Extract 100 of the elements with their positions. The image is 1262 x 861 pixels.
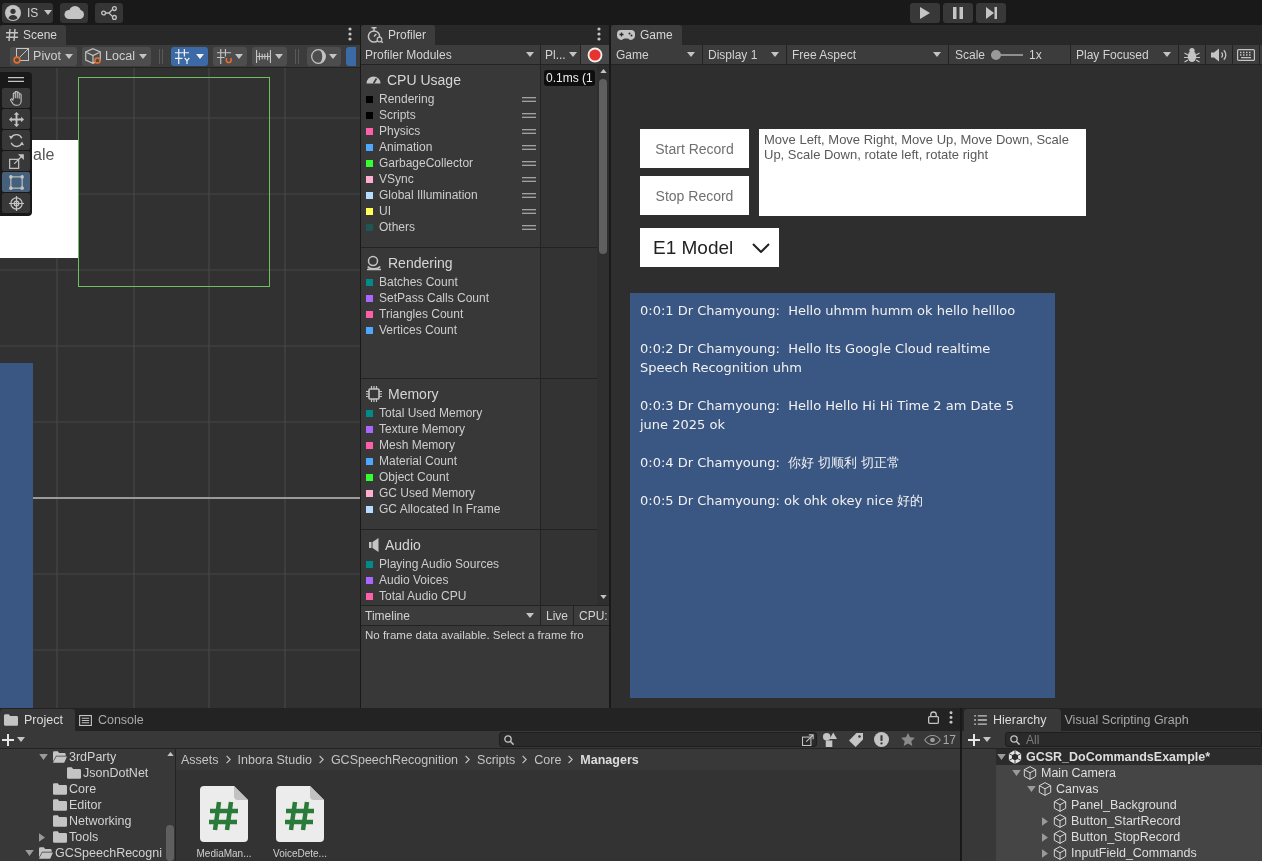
aspect-dropdown[interactable]: Free Aspect	[787, 45, 949, 64]
live-button[interactable]: Live	[541, 606, 574, 625]
view-dropdown[interactable]: Game	[611, 45, 703, 64]
search-icon	[1010, 734, 1020, 745]
caret-icon	[196, 53, 204, 59]
ui-button[interactable]: Stop Record	[640, 176, 749, 215]
breadcrumb-link[interactable]: Inbora Studio	[237, 752, 312, 767]
caret-icon	[44, 10, 53, 15]
folder-icon	[53, 783, 67, 795]
slider-thumb[interactable]	[991, 49, 1002, 60]
collapse-arrow-icon[interactable]	[1042, 816, 1048, 826]
drag-handle-icon[interactable]	[522, 144, 536, 150]
up-arrow-icon[interactable]	[166, 752, 174, 756]
account-button[interactable]: IS	[2, 2, 53, 23]
file-name[interactable]: MediaMan...	[196, 848, 252, 859]
breadcrumb-link[interactable]: Scripts	[477, 752, 516, 767]
cloud-button[interactable]	[60, 2, 88, 23]
expand-arrow-icon[interactable]	[1012, 770, 1021, 776]
step-button[interactable]	[976, 2, 1006, 23]
more-icon[interactable]	[597, 26, 601, 41]
hidden-count-button[interactable]: 17	[920, 731, 960, 748]
display-dropdown[interactable]: Display 1	[703, 45, 787, 64]
more-icon[interactable]	[348, 26, 352, 41]
drag-handle-icon[interactable]	[522, 96, 536, 102]
pause-button[interactable]	[943, 2, 973, 23]
drag-handle-icon[interactable]	[522, 128, 536, 134]
modules-dropdown[interactable]: Profiler Modules	[361, 45, 541, 64]
down-arrow-icon[interactable]	[599, 595, 607, 599]
scrollbar[interactable]	[165, 749, 175, 861]
tool-button[interactable]	[2, 172, 30, 192]
record-button[interactable]	[581, 45, 609, 64]
drag-handle-icon[interactable]	[522, 208, 536, 214]
commands-field[interactable]: Move Left, Move Right, Move Up, Move Down, Scale Up, Scale Down, rotate left, rotate right	[759, 129, 1086, 216]
draw-mode-dropdown[interactable]	[307, 46, 341, 66]
folder-item[interactable]: JsonDotNet	[83, 766, 149, 780]
search-field[interactable]: All	[1005, 732, 1262, 747]
model-dropdown[interactable]: E1 Model	[640, 228, 779, 267]
up-arrow-icon[interactable]	[599, 69, 607, 73]
drag-handle-icon[interactable]	[8, 77, 24, 82]
grid-lines-dropdown[interactable]	[252, 46, 287, 66]
drag-handle-icon[interactable]	[522, 176, 536, 182]
play-button[interactable]	[910, 2, 940, 23]
panel-tab[interactable]: Hierarchy	[964, 709, 1061, 731]
tool-button[interactable]	[2, 151, 30, 171]
view-dropdown[interactable]: Timeline	[361, 606, 541, 625]
grid-magnet-icon	[217, 48, 232, 64]
hash-file-icon[interactable]	[200, 786, 248, 842]
drag-handle-icon[interactable]	[522, 112, 536, 118]
pivot-dropdown[interactable]: Pivot	[10, 46, 77, 66]
increment-snap-button[interactable]	[213, 46, 247, 66]
ui-button[interactable]: Start Record	[640, 129, 749, 168]
search-field[interactable]	[498, 732, 817, 747]
nodes-button[interactable]	[95, 2, 123, 23]
scrollbar-thumb[interactable]	[599, 79, 607, 254]
space-dropdown[interactable]: Local	[82, 46, 151, 66]
hierarchy-item[interactable]: Canvas	[1056, 782, 1099, 796]
breadcrumb-link[interactable]: GCSpeechRecognition	[330, 752, 459, 767]
drag-handle-icon[interactable]	[522, 160, 536, 166]
caret-icon	[17, 737, 25, 742]
expand-arrow-icon[interactable]	[1027, 786, 1036, 792]
plus-icon	[968, 733, 980, 746]
keyboard-icon	[1237, 48, 1255, 61]
lock-icon[interactable]	[928, 711, 939, 724]
drag-handle-icon[interactable]	[522, 224, 536, 230]
tool-button[interactable]	[2, 109, 30, 129]
breadcrumb-link[interactable]: Assets	[181, 752, 219, 767]
collapse-arrow-icon[interactable]	[39, 832, 45, 842]
hash-file-icon[interactable]	[276, 786, 324, 842]
tool-button[interactable]	[2, 193, 30, 213]
folder-item[interactable]: Networking	[69, 814, 132, 828]
play-mode-dropdown[interactable]: Play Focused	[1071, 45, 1179, 64]
scrollbar[interactable]	[597, 65, 609, 605]
more-icon[interactable]	[949, 711, 953, 724]
panel-tab[interactable]: Visual Scripting Graph	[1060, 709, 1201, 731]
folder-item[interactable]: Tools	[69, 830, 99, 844]
folder-item[interactable]: 3rdParty	[69, 750, 117, 764]
tool-button[interactable]	[2, 88, 30, 108]
panel-tab[interactable]: Project	[0, 709, 75, 731]
folder-item[interactable]: Editor	[69, 798, 102, 812]
tool-button[interactable]	[2, 130, 30, 150]
breadcrumb-link[interactable]: Managers	[580, 752, 639, 767]
transcript-line: 0:0:2 Dr Chamyoung: Hello Its Google Cloud realtime Speech Recognition uhm	[640, 340, 992, 377]
expand-arrow-icon[interactable]	[39, 754, 48, 760]
file-name[interactable]: VoiceDete...	[273, 848, 327, 859]
profiler-tab[interactable]: Profiler	[361, 25, 435, 45]
panel-tab[interactable]: Console	[74, 709, 156, 731]
expand-arrow-icon[interactable]	[997, 754, 1006, 760]
grid-snap-button[interactable]	[171, 46, 208, 66]
module-item-label: Batches Count	[379, 275, 459, 289]
game-tab[interactable]: Game	[611, 25, 682, 45]
scrollbar-thumb[interactable]	[166, 825, 174, 861]
scene-tab[interactable]: Scene	[0, 25, 67, 45]
collapse-arrow-icon[interactable]	[1042, 832, 1048, 842]
speaker-icon	[369, 538, 379, 552]
breadcrumb-link[interactable]: Core	[534, 752, 562, 767]
drag-handle-icon[interactable]	[522, 192, 536, 198]
expand-arrow-icon[interactable]	[25, 850, 34, 856]
collapse-arrow-icon[interactable]	[1042, 848, 1048, 858]
folder-item[interactable]: GCSpeechRecogni	[55, 846, 162, 860]
folder-item[interactable]: Core	[69, 782, 97, 796]
